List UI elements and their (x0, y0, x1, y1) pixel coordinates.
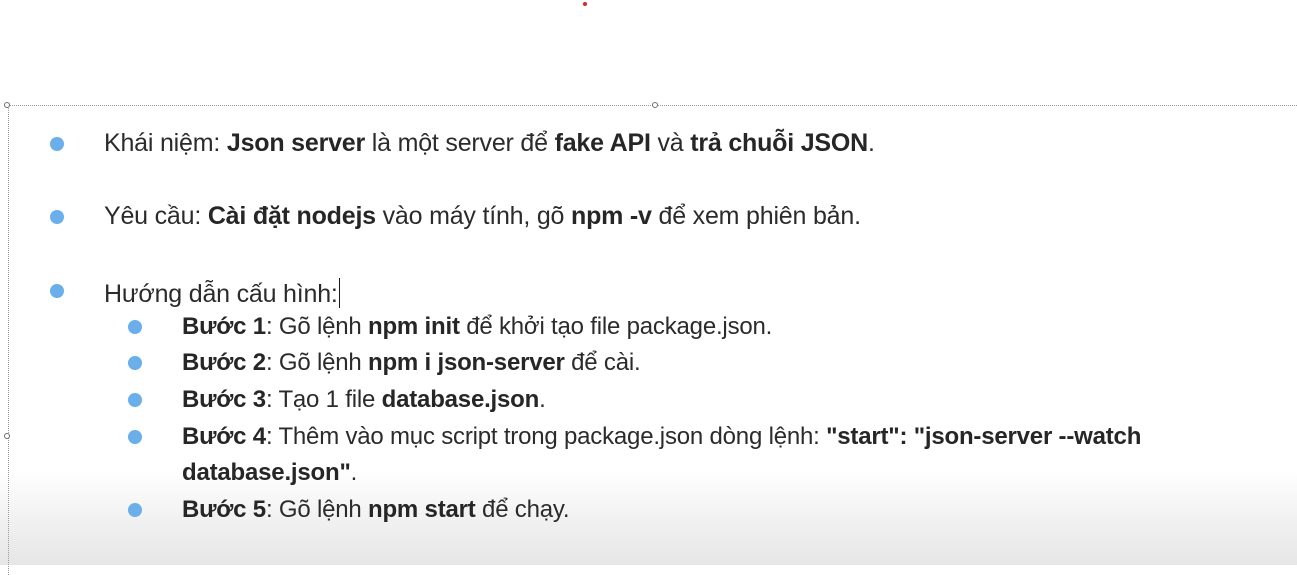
bullet-icon (128, 393, 142, 407)
bold-text-segment: npm start (368, 496, 476, 523)
bullet-icon (50, 137, 64, 151)
bold-text-segment: Cài đặt nodejs (207, 202, 376, 230)
bold-text-segment: Bước 2 (182, 349, 266, 376)
text-segment: : Gõ lệnh (265, 349, 369, 376)
text-segment: Yêu cầu: (104, 202, 208, 230)
text-segment: Hướng dẫn cấu hình: (104, 280, 338, 308)
list-item-step-5: Bước 5: Gõ lệnh npm start để chạy. (182, 496, 570, 523)
bold-text-segment: Bước 4 (182, 423, 266, 450)
text-segment: . (868, 129, 875, 157)
list-item-config-guide: Hướng dẫn cấu hình: (104, 278, 340, 308)
list-item-step-3: Bước 3: Tạo 1 file database.json. (182, 388, 546, 412)
bold-text-segment: Bước 5 (182, 496, 266, 523)
text-segment: : Tạo 1 file (265, 386, 382, 413)
bold-text-segment: npm i json-server (368, 349, 565, 376)
bold-text-segment: npm -v (571, 202, 652, 230)
bullet-icon (50, 210, 64, 224)
bold-text-segment: database.json (381, 386, 540, 413)
text-segment: vào máy tính, gõ (375, 202, 572, 230)
resize-handle-top-middle[interactable] (652, 102, 658, 108)
bold-text-segment: npm init (368, 313, 460, 340)
text-segment: là một server để (365, 129, 555, 157)
red-marker-dot (583, 2, 587, 6)
text-segment: để chạy. (475, 496, 570, 523)
bold-text-segment: database.json" (182, 459, 351, 486)
bullet-icon (128, 430, 142, 444)
bold-text-segment: Json server (226, 129, 366, 157)
list-item-concept: Khái niệm: Json server là một server để … (104, 131, 875, 156)
list-item-step-2: Bước 2: Gõ lệnh npm i json-server để cài… (182, 349, 641, 376)
bullet-icon (128, 356, 142, 370)
text-segment: . (539, 386, 546, 413)
bold-text-segment: trả chuỗi JSON (690, 129, 869, 157)
text-segment: và (650, 129, 691, 157)
list-item-step-4-continuation: database.json". (182, 461, 357, 485)
list-item-step-4: Bước 4: Thêm vào mục script trong packag… (182, 425, 1141, 449)
text-segment: : Gõ lệnh (265, 313, 369, 340)
resize-handle-top-left[interactable] (4, 102, 10, 108)
bold-text-segment: Bước 1 (182, 313, 266, 340)
list-item-step-1: Bước 1: Gõ lệnh npm init để khởi tạo fil… (182, 315, 772, 339)
text-segment: để khởi tạo file package.json. (459, 313, 773, 340)
text-segment: để cài. (564, 349, 641, 376)
bullet-icon (128, 503, 142, 517)
bold-text-segment: fake API (554, 129, 651, 157)
bold-text-segment: Bước 3 (182, 386, 266, 413)
bullet-icon (128, 320, 142, 334)
resize-handle-middle-left[interactable] (4, 433, 10, 439)
text-cursor (338, 278, 340, 308)
text-segment: : Gõ lệnh (265, 496, 369, 523)
text-segment: . (350, 459, 358, 486)
text-segment: Khái niệm: (104, 129, 227, 157)
text-segment: : Thêm vào mục script trong package.json… (265, 423, 827, 450)
text-segment: để xem phiên bản. (651, 202, 862, 230)
bold-text-segment: "start": "json-server --watch (826, 423, 1142, 450)
list-item-requirements: Yêu cầu: Cài đặt nodejs vào máy tính, gõ… (104, 204, 861, 229)
bullet-icon (50, 284, 64, 298)
